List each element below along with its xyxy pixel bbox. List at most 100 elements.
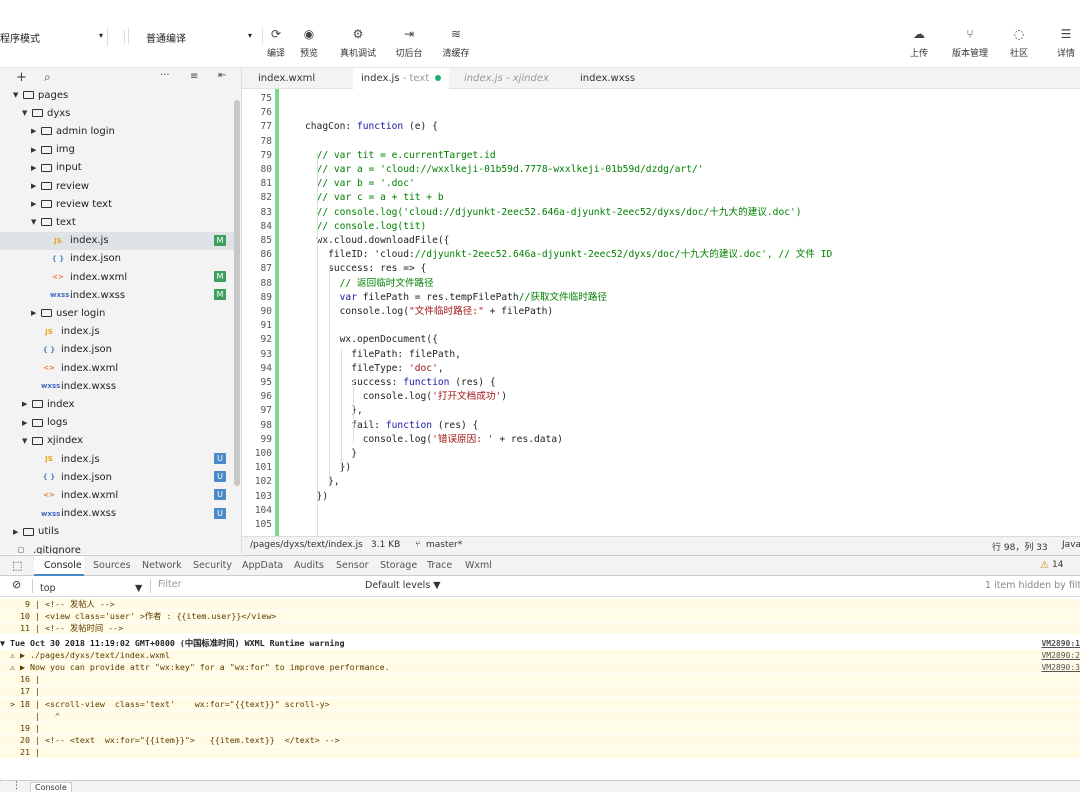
bottom-console-tab[interactable]: Console xyxy=(30,782,72,792)
context-select[interactable]: top ▼ xyxy=(32,579,143,594)
file-item[interactable]: { } index.json xyxy=(0,250,236,268)
editor-tab[interactable]: index.js - xjindex xyxy=(456,68,557,89)
line-number: 82 xyxy=(260,192,272,204)
wxml-file-icon: <> xyxy=(52,273,64,281)
devtools-tab-sources[interactable]: Sources xyxy=(93,560,131,571)
folder-item[interactable]: ▼ pages xyxy=(0,86,236,104)
tab-label: index.js xyxy=(361,73,400,84)
folder-item[interactable]: ▼ dyxs xyxy=(0,104,236,122)
drawer-menu-icon[interactable]: ⋮ xyxy=(12,781,21,791)
line-number: 78 xyxy=(260,135,272,147)
explorer-header: + ⌕ ··· ≡ ⇤ xyxy=(0,68,241,88)
file-item[interactable]: wxss index.wxss U xyxy=(0,505,236,523)
line-number: 95 xyxy=(260,377,272,388)
devtools-tab-network[interactable]: Network xyxy=(142,560,182,571)
git-branch[interactable]: master* xyxy=(426,540,462,550)
source-link[interactable]: VM2890:1 xyxy=(1041,638,1080,649)
console-text: 21 | xyxy=(0,747,40,758)
chevron-down-icon: ▼ xyxy=(135,583,143,594)
more-icon[interactable]: ··· xyxy=(160,70,170,81)
split-icon[interactable]: ⇤ xyxy=(218,70,226,81)
devtools-tab-wxml[interactable]: Wxml xyxy=(465,560,492,571)
code-line: fail: function (res) { xyxy=(305,419,479,431)
console-line: 9 | <!-- 发帖人 --> xyxy=(0,599,1080,610)
folder-item[interactable]: ▶ review text xyxy=(0,195,236,213)
search-icon[interactable]: ⌕ xyxy=(44,70,51,85)
code-line: fileType: 'doc', xyxy=(305,362,444,374)
editor-tab[interactable]: index.js - text xyxy=(353,68,450,89)
folder-item[interactable]: ▶ index xyxy=(0,395,236,413)
folder-item[interactable]: ▶ admin login xyxy=(0,122,236,140)
file-item[interactable]: <> index.wxml U xyxy=(0,486,236,504)
indent-guide xyxy=(329,265,330,485)
console-text: 10 | <view class='user' >作者 : {{item.use… xyxy=(0,611,277,622)
line-number: 93 xyxy=(260,348,272,360)
toolbar-button-layers[interactable]: ≋ 清缓存 xyxy=(434,26,478,59)
devtools-tab-security[interactable]: Security xyxy=(193,560,232,571)
code-line: wx.cloud.downloadFile({ xyxy=(305,235,450,246)
tab-sublabel: - xjindex xyxy=(502,73,549,84)
inspect-icon[interactable]: ⬚ xyxy=(12,559,22,572)
toolbar-button-label: 详情 xyxy=(1056,49,1075,59)
collapse-icon[interactable]: ≡ xyxy=(190,71,198,82)
code-editor[interactable]: 75 76 77 78 79 80 81 82 83 84 85 86 87 88 89 90 91 92 93 94… xyxy=(242,89,1080,536)
devtools-tab-appdata[interactable]: AppData xyxy=(242,560,283,571)
explorer-scrollbar[interactable] xyxy=(234,100,240,486)
levels-select[interactable]: Default levels ▼ xyxy=(365,580,441,591)
folder-item[interactable]: ▶ user login xyxy=(0,304,236,322)
line-number: 89 xyxy=(260,291,272,303)
tab-label: index.wxss xyxy=(580,73,636,84)
code-line: // var b = '.doc' xyxy=(316,178,415,190)
source-link[interactable]: VM2890:2 xyxy=(1041,650,1080,661)
source-link[interactable]: VM2890:3 xyxy=(1041,662,1080,673)
devtools-tab-console[interactable]: Console xyxy=(44,560,82,571)
line-number: 102 xyxy=(254,476,272,488)
file-item[interactable]: <> index.wxml M xyxy=(0,268,236,286)
editor-tab[interactable]: index.wxml xyxy=(250,68,323,89)
toolbar-button-cloud-upload[interactable]: ☁ 上传 xyxy=(897,26,941,59)
modified-dot-icon xyxy=(435,75,442,81)
toolbar-button-eye[interactable]: ◉ 预览 xyxy=(287,26,331,59)
language-mode[interactable]: Java xyxy=(1062,540,1080,550)
folder-item[interactable]: ▶ img xyxy=(0,141,236,159)
toolbar-button-menu[interactable]: ☰ 详情 xyxy=(1044,26,1080,59)
file-item[interactable]: ▢ .gitignore xyxy=(0,541,236,555)
filter-input[interactable]: Filter xyxy=(150,579,350,593)
tree-item-label: index.json xyxy=(61,471,112,483)
toolbar-button-switch[interactable]: ⇥ 切后台 xyxy=(387,26,431,59)
line-number: 97 xyxy=(260,405,272,417)
file-item[interactable]: { } index.json U xyxy=(0,468,236,486)
file-item[interactable]: { } index.json xyxy=(0,341,236,359)
file-item[interactable]: <> index.wxml xyxy=(0,359,236,377)
mode-select[interactable]: 程序模式 ▾ xyxy=(0,28,108,46)
folder-item[interactable]: ▼ xjindex xyxy=(0,432,236,450)
toolbar-button-bug[interactable]: ⚙ 真机调试 xyxy=(336,26,380,59)
line-number: 94 xyxy=(260,362,272,374)
devtools-tab-storage[interactable]: Storage xyxy=(380,560,417,571)
file-item[interactable]: JS index.js M xyxy=(0,231,236,250)
file-item[interactable]: JS index.js xyxy=(0,323,236,341)
devtools-tab-trace[interactable]: Trace xyxy=(427,560,452,571)
toolbar-button-community[interactable]: ◌ 社区 xyxy=(997,26,1041,59)
devtools-tab-audits[interactable]: Audits xyxy=(294,560,324,571)
folder-item[interactable]: ▶ utils xyxy=(0,523,236,541)
line-number: 104 xyxy=(254,504,272,516)
clear-console-icon[interactable]: ⊘ xyxy=(12,578,21,591)
toolbar-button-label: 真机调试 xyxy=(339,49,376,59)
cursor-position[interactable]: 行 98，列 33 xyxy=(992,540,1048,553)
folder-item[interactable]: ▶ logs xyxy=(0,414,236,432)
folder-item[interactable]: ▼ text xyxy=(0,213,236,231)
file-item[interactable]: JS index.js U xyxy=(0,450,236,468)
file-item[interactable]: wxss index.wxss xyxy=(0,377,236,395)
folder-item[interactable]: ▶ input xyxy=(0,159,236,177)
toolbar-button-branch[interactable]: ⑂ 版本管理 xyxy=(948,26,992,59)
console-text: ⚠ ▶ Now you can provide attr "wx:key" fo… xyxy=(0,662,390,672)
file-item[interactable]: wxss index.wxss M xyxy=(0,286,236,304)
add-file-icon[interactable]: + xyxy=(16,70,27,85)
devtools-tab-sensor[interactable]: Sensor xyxy=(336,560,369,571)
folder-item[interactable]: ▶ review xyxy=(0,177,236,195)
tree-item-label: img xyxy=(56,144,75,156)
compile-select[interactable]: 普通编译 ▾ xyxy=(146,28,256,46)
code-line: chagCon: function (e) { xyxy=(305,121,438,133)
editor-tab[interactable]: index.wxss xyxy=(572,68,643,89)
